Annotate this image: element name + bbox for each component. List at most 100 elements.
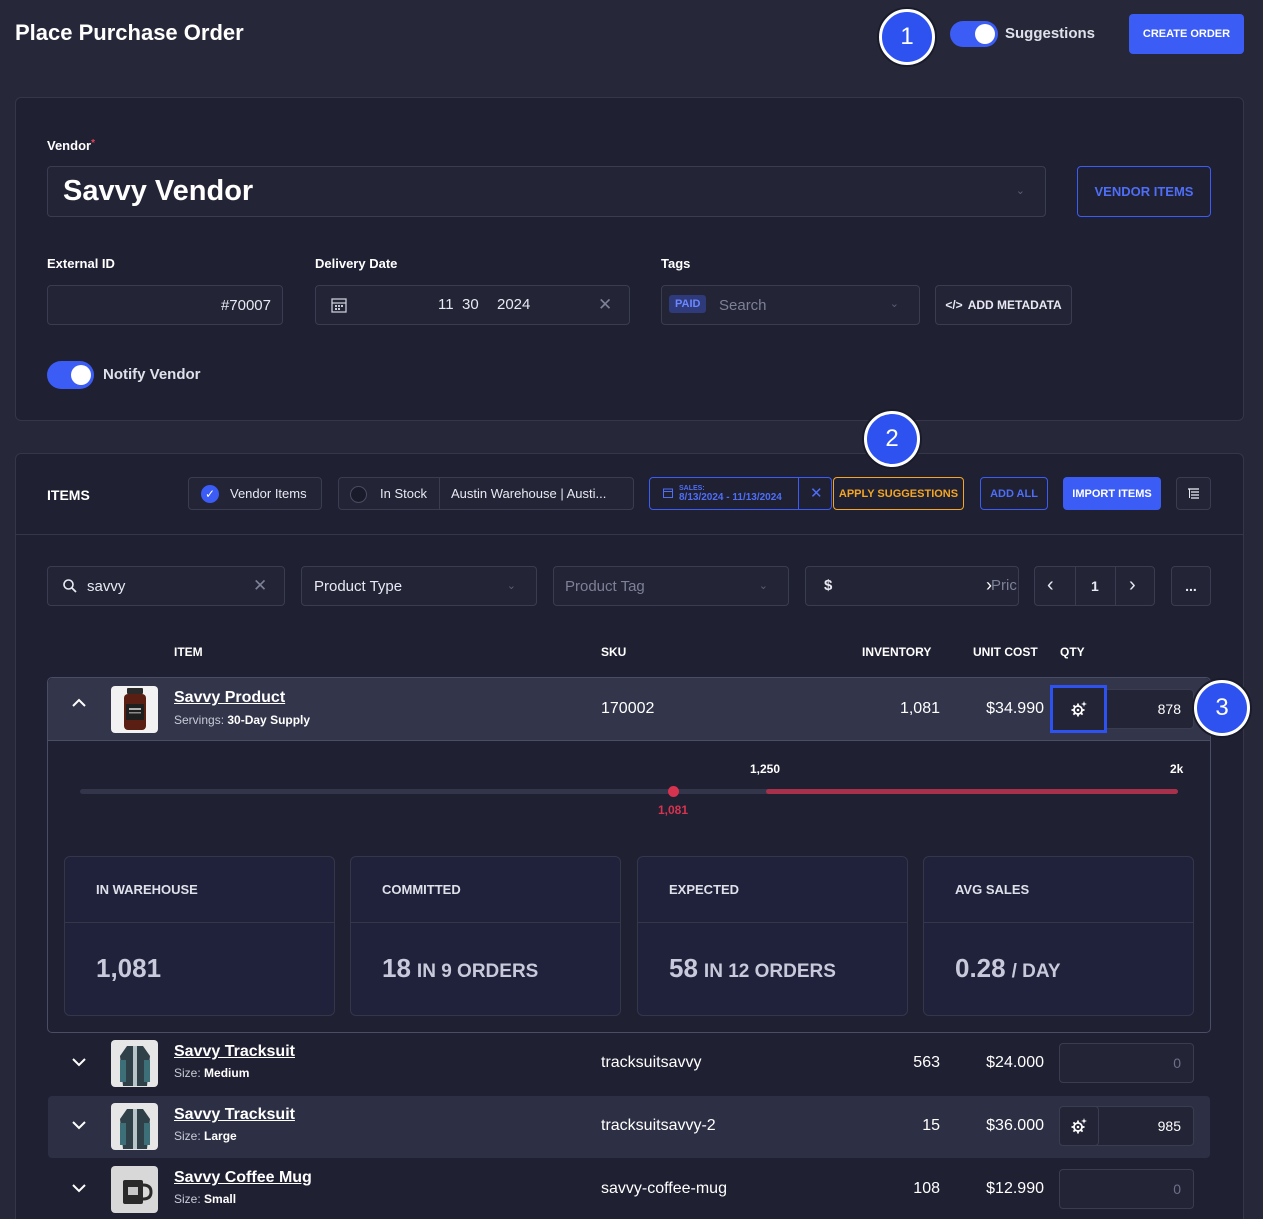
item-name-link[interactable]: Savvy Tracksuit <box>174 1106 295 1124</box>
item-unit-cost: $36.000 <box>986 1117 1044 1134</box>
items-title: ITEMS <box>47 487 90 503</box>
date-month[interactable]: 11 <box>438 296 454 313</box>
stat-title: EXPECTED <box>638 857 907 923</box>
slider-target-label: 1,250 <box>750 762 781 776</box>
header-inventory: INVENTORY <box>862 645 932 659</box>
in-stock-checkbox[interactable] <box>350 486 367 503</box>
suggestion-gear-button[interactable] <box>1050 685 1107 733</box>
chevron-down-icon[interactable] <box>71 1058 87 1068</box>
stat-title: IN WAREHOUSE <box>65 857 334 923</box>
external-id-value: #70007 <box>220 296 271 314</box>
item-name-link[interactable]: Savvy Coffee Mug <box>174 1169 312 1187</box>
vendor-label: Vendor* <box>47 138 95 153</box>
callout-badge-2: 2 <box>864 411 920 467</box>
apply-suggestions-button[interactable]: APPLY SUGGESTIONS <box>833 477 964 510</box>
page-title: Place Purchase Order <box>15 20 244 45</box>
suggestions-label: Suggestions <box>1005 25 1096 42</box>
create-order-button[interactable]: CREATE ORDER <box>1129 14 1244 54</box>
item-option: Size: Large <box>174 1129 237 1143</box>
item-name-link[interactable]: Savvy Product <box>174 689 285 707</box>
external-id-label: External ID <box>47 256 115 271</box>
sales-range-filter[interactable]: SALES: 8/13/2024 - 11/13/2024 ✕ <box>649 477 832 510</box>
slider-max-label: 2k <box>1170 762 1184 776</box>
item-sku: savvy-coffee-mug <box>601 1180 727 1197</box>
item-search-input[interactable]: savvy ✕ <box>47 566 285 606</box>
pagination: ‹ 1 › <box>1034 566 1155 606</box>
warehouse-select[interactable]: Austin Warehouse | Austi... <box>451 486 606 501</box>
product-thumbnail <box>111 1040 158 1087</box>
item-sku: tracksuitsavvy-2 <box>601 1117 716 1134</box>
inventory-slider-thumb[interactable] <box>668 786 679 797</box>
product-tag-select[interactable]: Product Tag ⌄ <box>553 566 789 606</box>
next-page-icon[interactable]: › <box>1129 574 1136 597</box>
vendor-select[interactable]: Savvy Vendor ⌄ <box>47 166 1046 217</box>
header-qty: QTY <box>1060 645 1085 659</box>
calendar-icon[interactable] <box>331 297 347 313</box>
header-item: ITEM <box>174 645 203 659</box>
date-year[interactable]: 2024 <box>497 296 530 313</box>
item-sku: 170002 <box>601 700 655 717</box>
external-id-input[interactable]: #70007 <box>47 285 283 325</box>
gear-sparkle-icon <box>1070 1117 1088 1135</box>
chevron-down-icon: ⌄ <box>889 298 899 310</box>
chevron-up-icon[interactable] <box>71 697 87 707</box>
item-name-link[interactable]: Savvy Tracksuit <box>174 1043 295 1061</box>
prev-page-icon[interactable]: ‹ <box>1047 574 1054 597</box>
stat-value: 1,081 <box>96 953 162 983</box>
qty-input[interactable]: 0 <box>1059 1043 1194 1083</box>
item-option: Servings: 30-Day Supply <box>174 713 311 727</box>
tag-chip-paid[interactable]: PAID <box>669 295 707 313</box>
stat-title: AVG SALES <box>924 857 1193 923</box>
checkbox-checked-icon[interactable]: ✓ <box>201 485 219 503</box>
vendor-items-button[interactable]: VENDOR ITEMS <box>1077 166 1211 217</box>
page-number[interactable]: 1 <box>1091 578 1099 594</box>
notify-vendor-toggle[interactable] <box>47 361 94 389</box>
clear-sales-icon[interactable]: ✕ <box>810 484 823 502</box>
stock-warehouse-filter[interactable]: In Stock Austin Warehouse | Austi... <box>338 477 634 510</box>
chevron-down-icon: ⌄ <box>1015 185 1025 197</box>
delivery-date-input[interactable]: 11 30 2024 ✕ <box>315 285 630 325</box>
item-inventory: 563 <box>913 1054 940 1071</box>
item-unit-cost: $24.000 <box>986 1054 1044 1071</box>
chevron-down-icon: ⌄ <box>506 580 516 592</box>
stat-card-committed: COMMITTED 18 IN 9 ORDERS <box>350 856 621 1016</box>
stat-value: 58 IN 12 ORDERS <box>669 953 836 983</box>
chevron-down-icon[interactable] <box>71 1184 87 1194</box>
chevron-down-icon[interactable] <box>71 1121 87 1131</box>
price-range-input[interactable]: $ Pric › <box>805 566 1019 606</box>
chevron-down-icon: ⌄ <box>758 580 768 592</box>
more-options-button[interactable]: ... <box>1171 566 1211 606</box>
add-all-button[interactable]: ADD ALL <box>980 477 1048 510</box>
clear-date-icon[interactable]: ✕ <box>598 295 612 315</box>
notify-vendor-label: Notify Vendor <box>103 366 201 383</box>
product-type-select[interactable]: Product Type ⌄ <box>301 566 537 606</box>
clear-search-icon[interactable]: ✕ <box>253 576 267 596</box>
callout-badge-1: 1 <box>879 9 935 65</box>
product-thumbnail <box>111 1103 158 1150</box>
inventory-slider-overstock-range <box>766 789 1178 794</box>
calendar-icon <box>663 488 673 498</box>
item-sku: tracksuitsavvy <box>601 1054 702 1071</box>
price-placeholder: Pric <box>991 577 1017 594</box>
callout-badge-3: 3 <box>1194 680 1250 736</box>
items-divider <box>16 534 1243 535</box>
stat-value: 18 IN 9 ORDERS <box>382 953 539 983</box>
item-option: Size: Small <box>174 1192 237 1206</box>
suggestion-gear-button[interactable] <box>1059 1106 1099 1146</box>
vendor-value: Savvy Vendor <box>63 175 254 207</box>
columns-menu-button[interactable] <box>1176 477 1211 510</box>
add-metadata-button[interactable]: </> ADD METADATA <box>935 285 1072 325</box>
search-icon <box>63 579 77 593</box>
item-inventory: 15 <box>922 1117 940 1134</box>
vendor-items-filter[interactable]: ✓ Vendor Items <box>188 477 322 510</box>
date-day[interactable]: 30 <box>462 296 479 313</box>
qty-input[interactable]: 0 <box>1059 1169 1194 1209</box>
import-items-button[interactable]: IMPORT ITEMS <box>1063 477 1161 510</box>
code-icon: </> <box>945 298 963 312</box>
chevron-right-icon[interactable]: › <box>986 575 992 596</box>
list-tree-icon <box>1187 488 1200 499</box>
tags-input[interactable]: PAID Search ⌄ <box>661 285 920 325</box>
item-option: Size: Medium <box>174 1066 250 1080</box>
suggestions-toggle[interactable] <box>950 21 998 47</box>
stat-card-avg-sales: AVG SALES 0.28/ DAY <box>923 856 1194 1016</box>
